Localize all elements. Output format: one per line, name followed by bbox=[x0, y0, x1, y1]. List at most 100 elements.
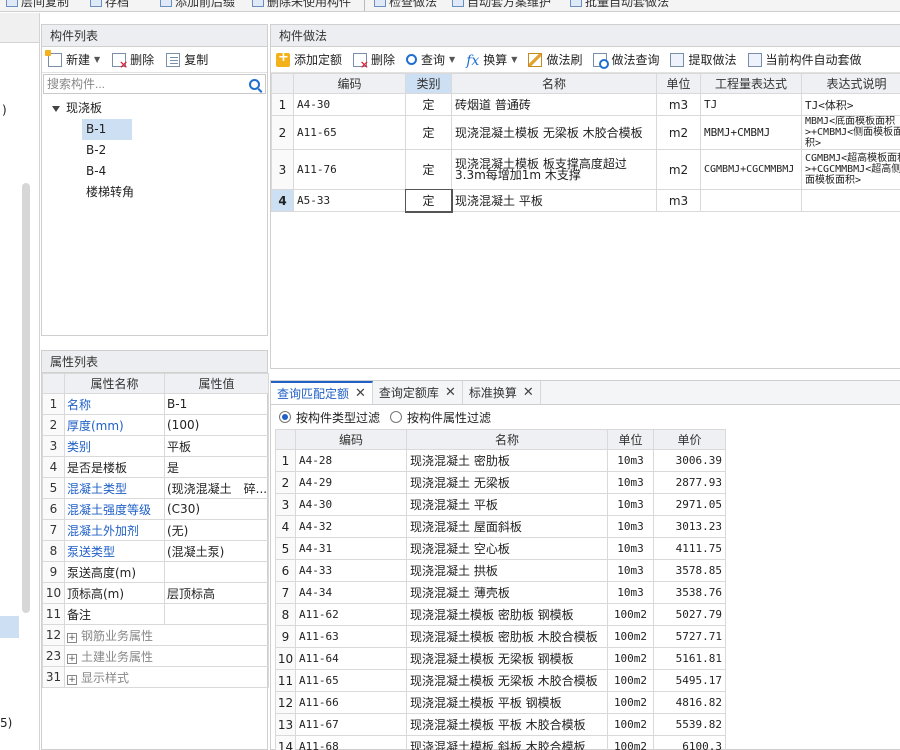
property-row[interactable]: 3 类别 平板 bbox=[42, 435, 269, 457]
close-icon[interactable]: ✕ bbox=[445, 385, 456, 400]
prefix-icon bbox=[160, 0, 172, 7]
auto-apply-icon bbox=[747, 52, 762, 67]
add-quota-button[interactable]: 添加定额 bbox=[276, 50, 342, 68]
new-component-button[interactable]: 新建 ▼ bbox=[45, 49, 100, 68]
quota-row[interactable]: 9 A11-63 现浇混凝土模板 密肋板 木胶合模板 100m2 5727.71 bbox=[275, 625, 726, 648]
expand-icon[interactable]: + bbox=[67, 632, 77, 643]
quota-row[interactable]: 11 A11-65 现浇混凝土模板 无梁板 木胶合模板 100m2 5495.17 bbox=[275, 669, 726, 692]
property-group-row[interactable]: 31 + 显示样式 bbox=[42, 666, 269, 688]
left-panel-header bbox=[0, 13, 39, 43]
save-button[interactable]: 存档 bbox=[90, 0, 129, 9]
method-brush-button[interactable]: 做法刷 bbox=[528, 51, 582, 68]
property-row[interactable]: 11 备注 bbox=[42, 603, 269, 625]
quota-row[interactable]: 8 A11-62 现浇混凝土模板 密肋板 钢模板 100m2 5027.79 bbox=[275, 603, 726, 626]
query-button[interactable]: 查询 ▼ bbox=[406, 51, 455, 68]
tree-node-b4[interactable]: B-4 bbox=[42, 161, 267, 182]
component-search-input[interactable] bbox=[47, 77, 249, 91]
save-icon bbox=[90, 0, 102, 7]
component-list-panel: 构件列表 新建▼ 删除 复制 现浇板 B-1 B-2 B-4 楼梯转角 bbox=[41, 24, 268, 336]
copy-component-button[interactable]: 复制 bbox=[166, 51, 208, 68]
close-icon[interactable]: ✕ bbox=[523, 385, 534, 400]
delete-unused-button[interactable]: 删除未使用构件 bbox=[252, 0, 351, 9]
check-method-button[interactable]: 检查做法 bbox=[374, 0, 437, 9]
method-row-selected[interactable]: 4 A5-33 定 现浇混凝土 平板 m3 bbox=[271, 188, 900, 213]
batch-auto-button[interactable]: 批量自动套做法 bbox=[570, 0, 669, 9]
delete-icon bbox=[353, 52, 369, 71]
quota-row[interactable]: 14 A11-68 现浇混凝土模板 斜板 木胶合模板 100m2 6100.3 bbox=[275, 735, 726, 750]
quota-row[interactable]: 13 A11-67 现浇混凝土模板 平板 木胶合模板 100m2 5539.82 bbox=[275, 713, 726, 736]
property-row[interactable]: 10 顶标高(m) 层顶标高 bbox=[42, 582, 269, 604]
property-list-title: 属性列表 bbox=[42, 351, 267, 373]
quota-row[interactable]: 5 A4-31 现浇混凝土 空心板 10m3 4111.75 bbox=[275, 537, 726, 560]
filter-by-type-radio[interactable]: 按构件类型过滤 bbox=[279, 409, 380, 426]
method-table: 编码 类别 名称 单位 工程量表达式 表达式说明 1 A4-30 定 砖烟道 普… bbox=[271, 73, 900, 213]
query-icon bbox=[406, 54, 418, 65]
property-header-row: 属性名称 属性值 bbox=[42, 373, 269, 394]
delete-component-button[interactable]: 删除 bbox=[112, 51, 154, 71]
tab-match-quota[interactable]: 查询匹配定额 ✕ bbox=[271, 381, 373, 404]
method-panel: 构件做法 添加定额 删除 查询▼ fx换算▼ 做法刷 做法查询 提取做法 当前构… bbox=[270, 24, 900, 369]
quota-row[interactable]: 7 A4-34 现浇混凝土 薄壳板 10m3 3538.76 bbox=[275, 581, 726, 604]
quota-row[interactable]: 10 A11-64 现浇混凝土模板 无梁板 钢模板 100m2 5161.81 bbox=[275, 647, 726, 670]
left-panel-scrollbar[interactable] bbox=[22, 183, 30, 613]
tree-node-stair-corner[interactable]: 楼梯转角 bbox=[42, 182, 267, 203]
property-row[interactable]: 8 泵送类型 (混凝土泵) bbox=[42, 540, 269, 562]
property-row[interactable]: 1 名称 B-1 bbox=[42, 393, 269, 415]
header-name: 名称 bbox=[406, 429, 608, 450]
new-icon bbox=[45, 49, 62, 67]
property-row[interactable]: 5 混凝土类型 (现浇混凝土 碎... bbox=[42, 477, 269, 499]
extract-method-button[interactable]: 提取做法 bbox=[670, 51, 737, 68]
convert-button[interactable]: fx 换算 ▼ bbox=[466, 51, 517, 69]
auto-apply-button[interactable]: 当前构件自动套做 bbox=[747, 51, 862, 68]
expand-icon[interactable]: + bbox=[67, 653, 77, 664]
left-panel-text: ) bbox=[2, 103, 7, 117]
property-list-panel: 属性列表 属性名称 属性值 1 名称 B-1 2 厚度(mm) (100) 3 类别 平板 … bbox=[41, 350, 269, 750]
search-icon[interactable] bbox=[249, 78, 260, 90]
filter-by-attr-radio[interactable]: 按构件属性过滤 bbox=[390, 409, 491, 426]
tab-standard-convert[interactable]: 标准换算 ✕ bbox=[463, 381, 541, 404]
tree-node-b1[interactable]: B-1 bbox=[42, 119, 267, 140]
quota-row[interactable]: 4 A4-32 现浇混凝土 屋面斜板 10m3 3013.23 bbox=[275, 515, 726, 538]
tree-node-b2[interactable]: B-2 bbox=[42, 140, 267, 161]
close-icon[interactable]: ✕ bbox=[355, 386, 366, 401]
method-row[interactable]: 1 A4-30 定 砖烟道 普通砖 m3 TJ TJ<体积> bbox=[271, 93, 900, 116]
property-row[interactable]: 4 是否是楼板是 bbox=[42, 456, 269, 478]
tab-quota-library[interactable]: 查询定额库 ✕ bbox=[373, 381, 463, 404]
batch-icon bbox=[570, 0, 582, 7]
quota-row[interactable]: 6 A4-33 现浇混凝土 拱板 10m3 3578.85 bbox=[275, 559, 726, 582]
property-row[interactable]: 9 泵送高度(m) bbox=[42, 561, 269, 583]
top-toolbar: 层间复制 存档 添加前后缀 删除未使用构件 检查做法 自动套方案维护 批量自动套… bbox=[0, 0, 900, 12]
property-row[interactable]: 2 厚度(mm) (100) bbox=[42, 414, 269, 436]
delete-method-button[interactable]: 删除 bbox=[353, 51, 395, 71]
fx-icon: fx bbox=[466, 52, 480, 69]
left-side-panel: ) 5) bbox=[0, 13, 40, 750]
quota-header-row: 编码 名称 单位 单价 bbox=[275, 429, 726, 450]
property-table: 属性名称 属性值 1 名称 B-1 2 厚度(mm) (100) 3 类别 平板 4 是否是楼… bbox=[42, 373, 269, 688]
header-expression: 工程量表达式 bbox=[700, 73, 802, 94]
left-panel-selected-item[interactable] bbox=[0, 616, 19, 638]
property-group-row[interactable]: 23 + 土建业务属性 bbox=[42, 645, 269, 667]
header-corner bbox=[271, 73, 294, 94]
method-row[interactable]: 3 A11-76 定 现浇混凝土模板 板支撑高度超过3.3m每增加1m 木支撑 … bbox=[271, 149, 900, 190]
header-price: 单价 bbox=[653, 429, 726, 450]
property-row[interactable]: 6 混凝土强度等级 (C30) bbox=[42, 498, 269, 520]
property-group-row[interactable]: 12 + 钢筋业务属性 bbox=[42, 624, 269, 646]
tree-node-root[interactable]: 现浇板 bbox=[42, 98, 267, 119]
quota-row[interactable]: 1 A4-28 现浇混凝土 密肋板 10m3 3006.39 bbox=[275, 449, 726, 472]
expand-icon[interactable]: + bbox=[67, 674, 77, 685]
quota-row[interactable]: 3 A4-30 现浇混凝土 平板 10m3 2971.05 bbox=[275, 493, 726, 516]
component-search bbox=[43, 74, 266, 94]
collapse-icon[interactable] bbox=[52, 105, 60, 112]
method-query-button[interactable]: 做法查询 bbox=[593, 51, 659, 69]
auto-scheme-button[interactable]: 自动套方案维护 bbox=[452, 0, 551, 9]
property-row[interactable]: 7 混凝土外加剂 (无) bbox=[42, 519, 269, 541]
selected-cell[interactable]: 定 bbox=[404, 188, 453, 213]
add-icon bbox=[276, 50, 290, 67]
left-panel-text-2: 5) bbox=[0, 716, 13, 730]
quota-row[interactable]: 12 A11-66 现浇混凝土模板 平板 钢模板 100m2 4816.82 bbox=[275, 691, 726, 714]
add-prefix-button[interactable]: 添加前后缀 bbox=[160, 0, 235, 9]
quota-row[interactable]: 2 A4-29 现浇混凝土 无梁板 10m3 2877.93 bbox=[275, 471, 726, 494]
header-corner bbox=[42, 373, 65, 394]
layer-copy-button[interactable]: 层间复制 bbox=[6, 0, 69, 9]
method-row[interactable]: 2 A11-65 定 现浇混凝土模板 无梁板 木胶合模板 m2 MBMJ+CMB… bbox=[271, 115, 900, 150]
